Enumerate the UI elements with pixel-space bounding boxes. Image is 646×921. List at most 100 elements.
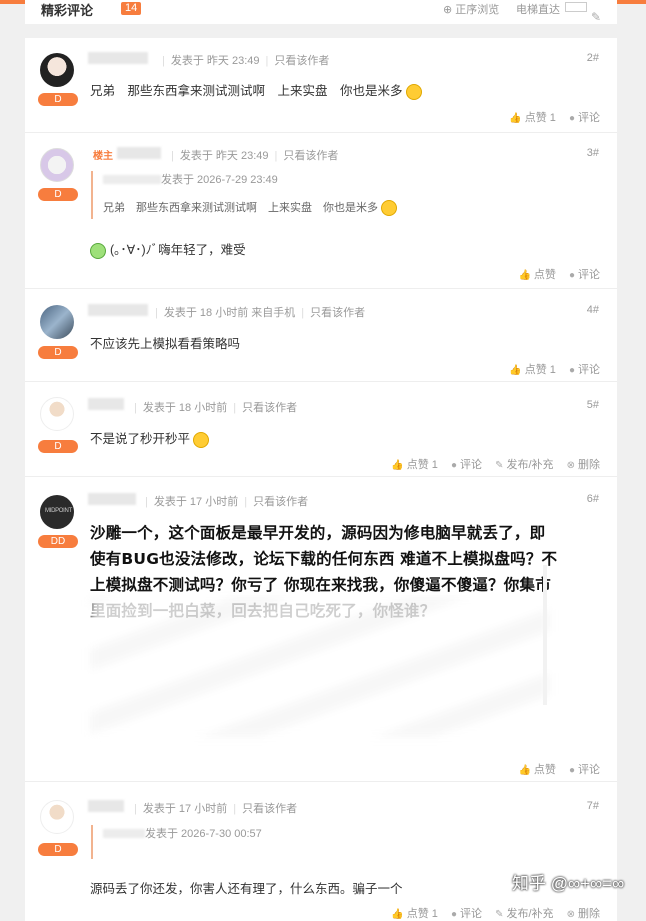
username-blurred[interactable] <box>88 800 124 812</box>
post-content: 兄弟 那些东西拿来测试测试啊 上来实盘 你也是米多 <box>90 80 422 100</box>
edit-icon: ✎ <box>495 460 504 471</box>
comment-post: D | 发表于 18 小时前 | 只看该作者 5# 不是说了秒开秒平 👍 点赞 1 ● 评… <box>25 382 617 477</box>
user-level-badge: D <box>38 188 78 201</box>
speech-bubble-icon: ● <box>568 365 575 376</box>
quoted-username-blurred <box>103 829 145 839</box>
delete-button[interactable]: ⊗ 删除 <box>567 459 600 471</box>
thinking-emoji-icon <box>405 83 422 100</box>
user-level-badge: D <box>38 93 78 106</box>
comment-button[interactable]: ● 评论 <box>569 112 600 124</box>
like-button[interactable]: 👍 点赞 1 <box>509 112 556 124</box>
crying-emoji-icon <box>90 242 106 259</box>
avatar[interactable] <box>40 305 74 339</box>
only-author-link[interactable]: 只看该作者 <box>253 496 308 508</box>
comment-button[interactable]: ● 评论 <box>569 764 600 776</box>
post-meta: | 发表于 昨天 23:49 | 只看该作者 <box>171 150 339 162</box>
thumbs-up-icon: 👍 <box>518 765 531 776</box>
username-blurred[interactable] <box>88 493 136 505</box>
close-circle-icon: ⊗ <box>566 460 575 471</box>
post-actions: 👍 点赞 1 ● 评论 <box>499 361 600 377</box>
speech-bubble-icon: ● <box>568 113 575 124</box>
comment-post: D 楼主 | 发表于 昨天 23:49 | 只看该作者 3# 发表于 2026-7-2… <box>25 133 617 289</box>
post-meta: | 发表于 18 小时前 | 只看该作者 <box>134 402 298 414</box>
only-author-link[interactable]: 只看该作者 <box>310 307 365 319</box>
pen-icon[interactable]: ✎ <box>591 10 601 24</box>
floor-number[interactable]: 7# <box>587 800 599 812</box>
thumbs-up-icon: 👍 <box>518 270 531 281</box>
post-meta: | 发表于 18 小时前 来自手机 | 只看该作者 <box>155 307 366 319</box>
only-author-link[interactable]: 只看该作者 <box>274 55 329 67</box>
thinking-emoji-icon <box>381 200 397 217</box>
speech-bubble-icon: ● <box>450 909 458 920</box>
like-button[interactable]: 👍 点赞 1 <box>391 459 438 471</box>
comment-button[interactable]: ● 评论 <box>569 269 600 281</box>
thumbs-up-icon: 👍 <box>391 460 404 471</box>
username-blurred[interactable] <box>88 398 124 410</box>
avatar[interactable] <box>40 148 74 182</box>
user-level-badge: D <box>38 346 78 359</box>
post-time: 发表于 17 小时前 <box>142 803 228 815</box>
like-button[interactable]: 👍 点赞 <box>518 269 555 281</box>
comment-count-badge: 14 <box>121 2 142 15</box>
comments-header: 精彩评论 14 ⊕ 正序浏览 电梯直达 ✎ <box>25 0 617 24</box>
only-author-link[interactable]: 只看该作者 <box>283 150 338 162</box>
post-actions: 👍 点赞 ● 评论 <box>508 266 600 282</box>
like-button[interactable]: 👍 点赞 1 <box>391 908 438 920</box>
only-author-link[interactable]: 只看该作者 <box>242 803 297 815</box>
post-actions: 👍 点赞 ● 评论 <box>508 761 600 777</box>
comment-button[interactable]: ● 评论 <box>451 908 482 920</box>
quoted-username-blurred <box>103 175 161 185</box>
floor-number[interactable]: 5# <box>587 399 599 411</box>
avatar[interactable] <box>40 53 74 87</box>
logo-text-icon: MIDPOINT <box>45 508 72 514</box>
comment-post: D | 发表于 17 小时前 | 只看该作者 7# 发表于 2026-7-30 00:… <box>25 782 617 921</box>
floor-number[interactable]: 3# <box>587 147 599 159</box>
edit-icon: ✎ <box>495 909 504 920</box>
post-content: 不应该先上模拟看看策略吗 <box>90 337 241 351</box>
post-time: 发表于 17 小时前 <box>153 496 239 508</box>
quote-meta: 发表于 2026-7-30 00:57 <box>145 828 262 840</box>
username-blurred[interactable] <box>88 52 148 64</box>
floor-number[interactable]: 6# <box>587 493 599 505</box>
post-content: 不是说了秒开秒平 <box>90 428 210 448</box>
post-meta: | 发表于 17 小时前 | 只看该作者 <box>134 803 298 815</box>
username-blurred[interactable] <box>117 147 161 159</box>
post-meta: | 发表于 昨天 23:49 | 只看该作者 <box>162 55 330 67</box>
like-button[interactable]: 👍 点赞 1 <box>509 364 556 376</box>
only-author-link[interactable]: 只看该作者 <box>242 402 297 414</box>
sort-ascending-link[interactable]: ⊕ 正序浏览 <box>443 1 499 17</box>
thumbs-up-icon: 👍 <box>509 113 522 124</box>
post-time: 发表于 昨天 23:49 <box>170 55 260 67</box>
like-button[interactable]: 👍 点赞 <box>518 764 555 776</box>
delete-button[interactable]: ⊗ 删除 <box>567 908 600 920</box>
speech-bubble-icon: ● <box>568 270 575 281</box>
op-badge: 楼主 <box>93 151 113 162</box>
username-blurred[interactable] <box>88 304 148 316</box>
speech-bubble-icon: ● <box>450 460 458 471</box>
edit-button[interactable]: ✎ 发布/补充 <box>495 908 553 920</box>
jump-to-floor-label: 电梯直达 <box>516 4 560 16</box>
post-meta: | 发表于 17 小时前 | 只看该作者 <box>145 496 309 508</box>
blurred-area <box>90 597 550 737</box>
thumbs-up-icon: 👍 <box>509 365 522 376</box>
floor-number[interactable]: 4# <box>587 304 599 316</box>
comment-post: D | 发表于 18 小时前 来自手机 | 只看该作者 4# 不应该先上模拟看看策略吗… <box>25 289 617 382</box>
floor-number[interactable]: 2# <box>587 52 599 64</box>
divider <box>543 565 547 705</box>
post-time: 发表于 18 小时前 <box>142 402 228 414</box>
quote-meta: 发表于 2026-7-29 23:49 <box>161 174 278 186</box>
comment-list: D | 发表于 昨天 23:49 | 只看该作者 2# 兄弟 那些东西拿来测试测试啊 … <box>25 38 617 921</box>
zhihu-watermark: 知乎 @∞+∞=∞ <box>512 874 625 893</box>
avatar[interactable] <box>40 800 74 834</box>
comment-post: D | 发表于 昨天 23:49 | 只看该作者 2# 兄弟 那些东西拿来测试测试啊 … <box>25 38 617 133</box>
quoted-reply: 发表于 2026-7-30 00:57 <box>91 825 262 859</box>
edit-button[interactable]: ✎ 发布/补充 <box>495 459 553 471</box>
avatar[interactable] <box>40 397 74 431</box>
comment-button[interactable]: ● 评论 <box>569 364 600 376</box>
quoted-reply: 发表于 2026-7-29 23:49 兄弟 那些东西拿来测试测试啊 上来实盘 … <box>91 171 397 219</box>
user-level-badge: DD <box>38 535 78 548</box>
comment-button[interactable]: ● 评论 <box>451 459 482 471</box>
avatar[interactable]: MIDPOINT <box>40 495 74 529</box>
post-time: 发表于 昨天 23:49 <box>179 150 269 162</box>
floor-number-input[interactable] <box>565 2 587 12</box>
